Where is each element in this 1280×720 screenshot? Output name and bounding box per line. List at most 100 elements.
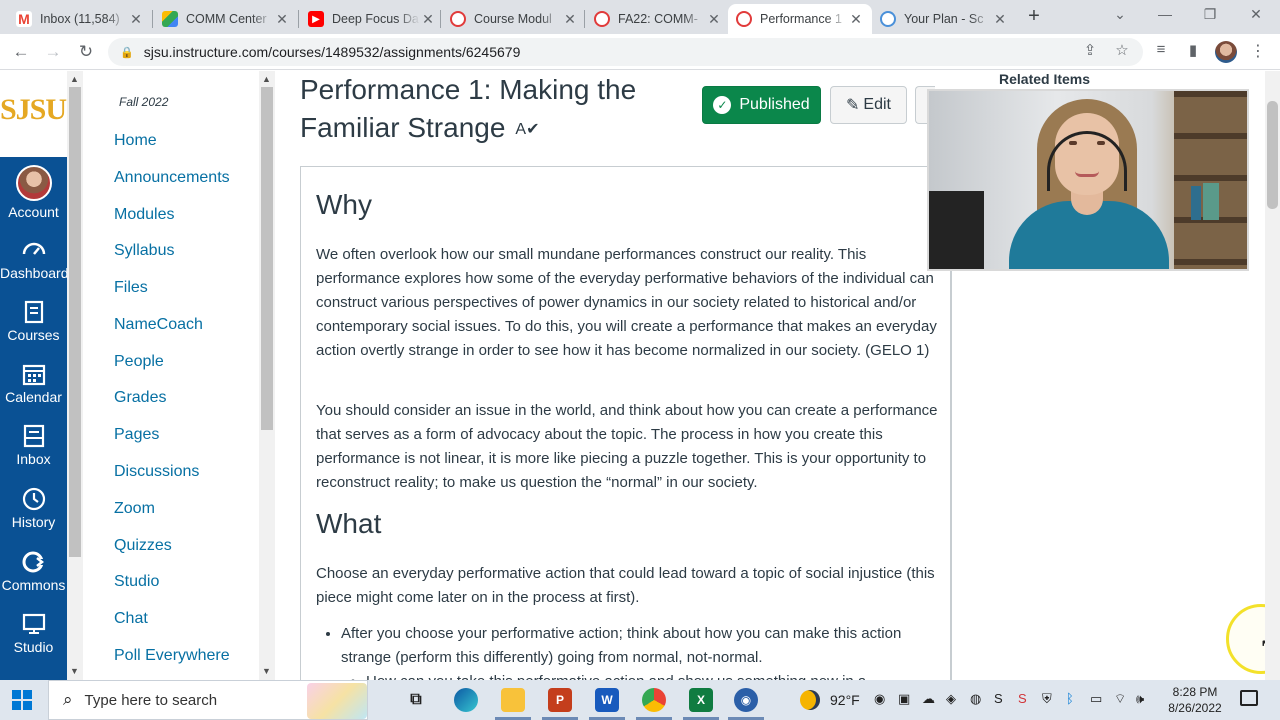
close-icon[interactable]: ✕ (848, 11, 864, 28)
tab-course-modules[interactable]: Course Modul ✕ (442, 4, 586, 34)
task-view-icon[interactable]: ⧉ (404, 688, 428, 712)
reading-list-icon[interactable]: ≡ (1150, 41, 1172, 58)
new-tab-button[interactable]: + (1024, 6, 1044, 26)
file-explorer-icon[interactable] (501, 688, 525, 712)
share-icon[interactable]: ⇪ (1079, 41, 1101, 59)
nav-account[interactable]: Account (0, 159, 67, 221)
published-button[interactable]: ✓ Published (702, 86, 821, 124)
tray-cloud-icon[interactable]: ☁ (922, 691, 935, 707)
restore-icon[interactable]: ❐ (1200, 6, 1220, 23)
edit-label: Edit (863, 96, 891, 113)
weather-widget[interactable]: 92°F (800, 690, 860, 710)
edit-button[interactable]: ✎ Edit (830, 86, 907, 124)
course-nav-scrollbar[interactable]: ▲ ▼ (259, 71, 275, 680)
course-nav-discussions[interactable]: Discussions (114, 463, 199, 481)
inbox-icon (23, 424, 44, 448)
close-icon[interactable]: ✕ (274, 11, 290, 28)
spellcheck-icon[interactable]: A✔ (515, 121, 539, 138)
nav-history[interactable]: History (0, 480, 67, 542)
course-nav-quizzes[interactable]: Quizzes (114, 537, 172, 555)
browser-tab-strip: M Inbox (11,584) ✕ COMM Center ✕ ▶ Deep … (0, 0, 1280, 34)
course-nav-pages[interactable]: Pages (114, 426, 159, 444)
tab-performance-1[interactable]: Performance 1 ✕ (728, 4, 872, 34)
scrollbar-thumb[interactable] (69, 87, 81, 557)
history-icon (22, 487, 45, 511)
scroll-down-icon[interactable]: ▼ (262, 666, 271, 676)
tab-search-icon[interactable]: ⌄ (1110, 6, 1130, 23)
course-nav-chat[interactable]: Chat (114, 610, 148, 628)
taskbar-search[interactable]: ⌕ Type here to search (48, 680, 368, 720)
nav-inbox[interactable]: Inbox (0, 417, 67, 479)
course-nav-poll-everywhere[interactable]: Poll Everywhere (114, 647, 230, 665)
scrollbar-thumb[interactable] (1267, 101, 1278, 209)
clock-time: 8:28 PM (1172, 685, 1218, 699)
scroll-down-icon[interactable]: ▼ (70, 666, 79, 676)
course-nav-zoom[interactable]: Zoom (114, 500, 155, 518)
close-icon[interactable]: ✕ (562, 11, 578, 28)
address-bar[interactable]: 🔒 sjsu.instructure.com/courses/1489532/a… (108, 38, 1143, 66)
scrollbar-thumb[interactable] (261, 87, 273, 430)
close-icon[interactable]: ✕ (128, 11, 144, 28)
battery-icon[interactable]: ▭ (1090, 691, 1102, 707)
tab-gmail[interactable]: M Inbox (11,584) ✕ (8, 4, 152, 34)
tab-your-plan[interactable]: Your Plan - Sc ✕ (872, 4, 1016, 34)
tab-comm-center[interactable]: COMM Center ✕ (154, 4, 298, 34)
chrome-icon[interactable] (642, 688, 666, 712)
tab-youtube[interactable]: ▶ Deep Focus Da ✕ (300, 4, 444, 34)
word-icon[interactable]: W (595, 688, 619, 712)
left-scrollbar[interactable]: ▲ ▼ (67, 71, 83, 680)
tray-zoom-icon[interactable]: ▣ (898, 691, 910, 707)
powerpoint-icon[interactable]: P (548, 688, 572, 712)
tray-record-icon[interactable]: ◉ (874, 691, 885, 707)
nav-commons[interactable]: Commons (0, 543, 67, 605)
close-icon[interactable]: ✕ (992, 11, 1008, 28)
nav-studio[interactable]: Studio (0, 605, 67, 667)
course-nav-syllabus[interactable]: Syllabus (114, 242, 174, 260)
edge-icon[interactable] (454, 688, 478, 712)
bluetooth-icon[interactable]: ᛒ (1066, 691, 1074, 706)
scroll-up-icon[interactable]: ▲ (70, 74, 79, 84)
volume-icon[interactable]: 🕪 (1136, 691, 1144, 707)
system-clock[interactable]: 8:28 PM 8/26/2022 (1160, 684, 1230, 716)
tray-snagit-icon[interactable]: S (1018, 691, 1027, 706)
wifi-icon[interactable]: ⌔ (1114, 691, 1126, 707)
calendar-icon (22, 364, 45, 386)
bookmark-star-icon[interactable]: ☆ (1111, 41, 1133, 59)
profile-avatar[interactable] (1215, 41, 1237, 63)
course-nav-files[interactable]: Files (114, 279, 148, 297)
course-nav-grades[interactable]: Grades (114, 389, 166, 407)
close-icon[interactable]: ✕ (706, 11, 722, 28)
scroll-up-icon[interactable]: ▲ (262, 74, 271, 84)
reload-icon[interactable]: ↻ (75, 41, 97, 63)
nav-dashboard[interactable]: Dashboard (0, 231, 69, 293)
back-icon[interactable]: ← (10, 41, 32, 63)
tray-skype-icon[interactable]: S (994, 691, 1003, 706)
course-nav-studio[interactable]: Studio (114, 573, 159, 591)
tray-security-icon[interactable]: ⛨ (1042, 691, 1052, 707)
sjsu-logo[interactable]: SJSU (0, 71, 67, 157)
side-panel-icon[interactable]: ▮ (1182, 41, 1204, 59)
window-close-icon[interactable]: ✕ (1246, 6, 1266, 23)
minimize-icon[interactable]: — (1155, 6, 1175, 22)
notification-center-icon[interactable] (1240, 690, 1258, 706)
tray-app-icon[interactable]: ◈ (946, 691, 956, 707)
course-nav-announcements[interactable]: Announcements (114, 169, 230, 187)
windows-start-icon[interactable] (12, 690, 32, 710)
nav-calendar[interactable]: Calendar (0, 355, 67, 417)
nav-courses[interactable]: Courses (0, 293, 67, 355)
tray-globe-icon[interactable]: ◍ (970, 691, 981, 707)
excel-icon[interactable]: X (689, 688, 713, 712)
course-nav-namecoach[interactable]: NameCoach (114, 316, 203, 334)
page-scrollbar[interactable] (1265, 71, 1280, 680)
course-nav-modules[interactable]: Modules (114, 206, 174, 224)
course-nav-people[interactable]: People (114, 353, 164, 371)
tab-fa22-comm[interactable]: FA22: COMM- ✕ (586, 4, 730, 34)
course-nav-home[interactable]: Home (114, 132, 157, 150)
screencast-icon (880, 11, 896, 27)
forward-icon[interactable]: → (42, 41, 64, 63)
list-item: How can you take this performative actio… (366, 670, 940, 680)
menu-kebab-icon[interactable]: ⋮ (1250, 41, 1266, 61)
close-icon[interactable]: ✕ (420, 11, 436, 28)
screen-recorder-icon[interactable]: ◉ (734, 688, 758, 712)
lock-icon: 🔒 (120, 46, 134, 59)
